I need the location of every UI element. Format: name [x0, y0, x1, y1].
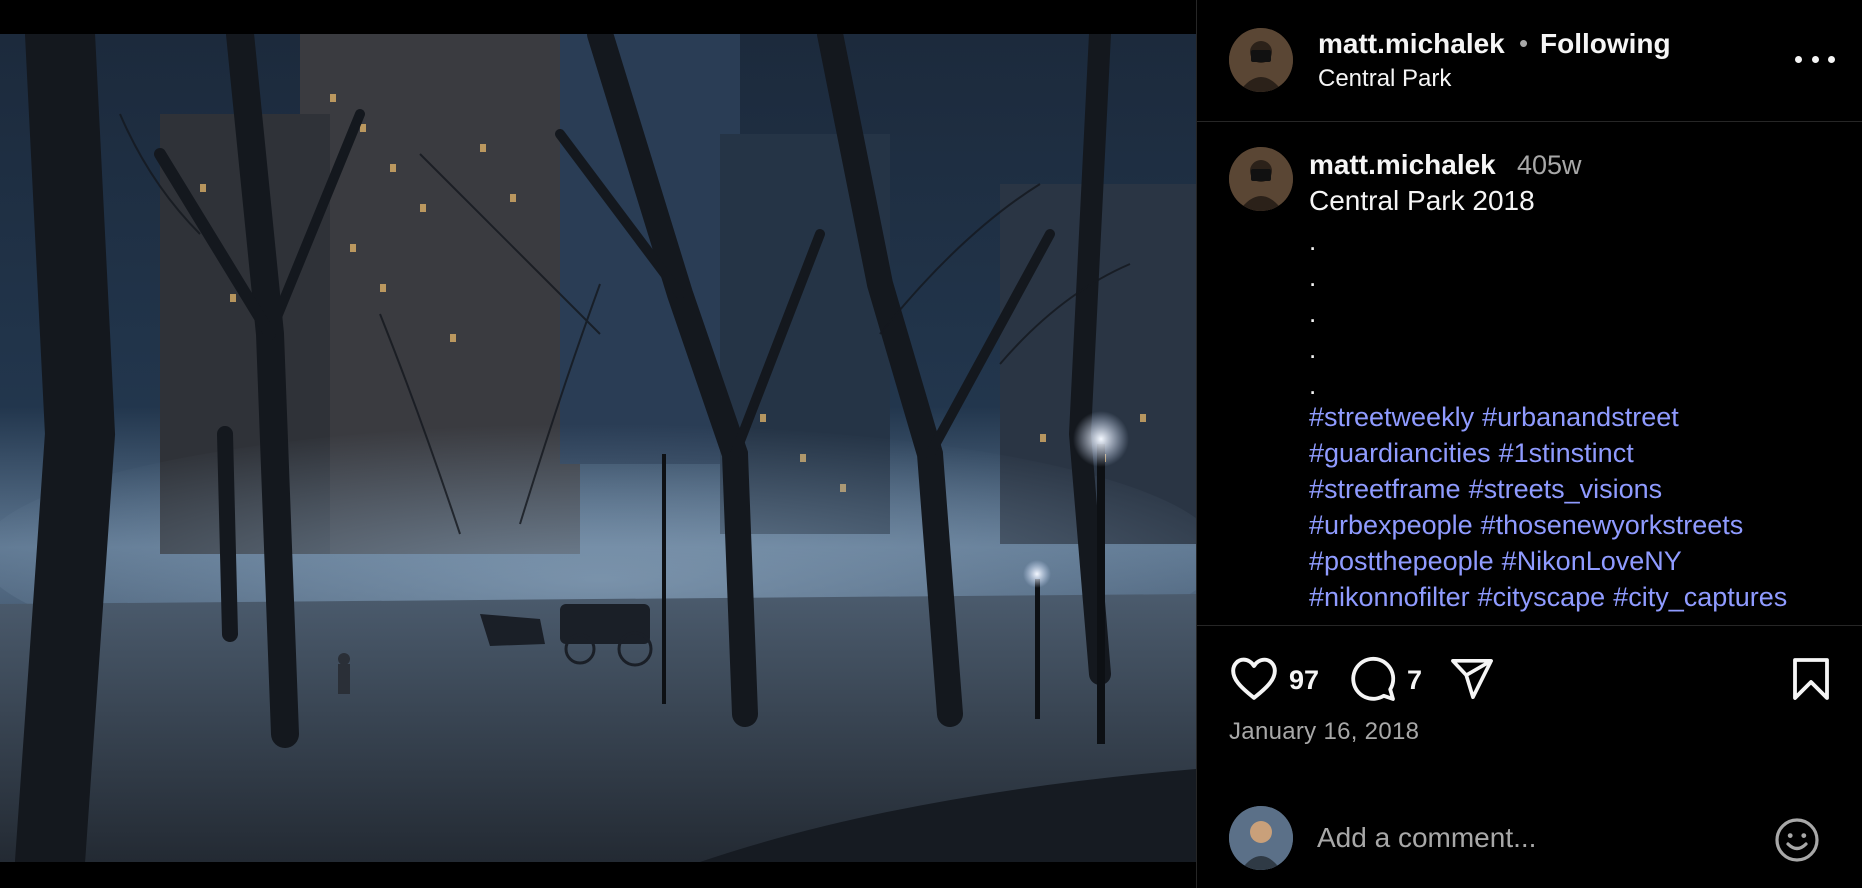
caption-dot: . [1309, 370, 1317, 400]
caption-dot: . [1309, 226, 1317, 256]
heart-icon[interactable] [1229, 655, 1279, 701]
post-photo[interactable] [0, 34, 1196, 862]
hashtag-link[interactable]: #streets_visions [1469, 474, 1663, 504]
caption-dot: . [1309, 298, 1317, 328]
post-actions: 97 7 [1197, 655, 1862, 705]
comment-bubble-icon[interactable] [1349, 655, 1397, 703]
more-dot [1828, 55, 1835, 63]
hashtag-link[interactable]: #streetframe [1309, 474, 1461, 504]
smiley-icon[interactable] [1773, 816, 1821, 864]
hashtag-line: #nikonnofilter #cityscape #city_captures [1309, 579, 1862, 615]
add-comment-input[interactable] [1317, 814, 1757, 862]
more-dot [1795, 55, 1802, 63]
following-button[interactable]: Following [1540, 28, 1671, 60]
avatar-photo-icon [1229, 28, 1293, 92]
author-avatar[interactable] [1229, 28, 1293, 92]
hashtag-link[interactable]: #nikonnofilter [1309, 582, 1470, 612]
hashtag-link[interactable]: #guardiancities [1309, 438, 1491, 468]
hashtag-link[interactable]: #postthepeople [1309, 546, 1494, 576]
caption-dots: . . . . . [1309, 223, 1339, 403]
central-park-night-photo [0, 34, 1196, 862]
hashtag-link[interactable]: #NikonLoveNY [1502, 546, 1682, 576]
caption-dot: . [1309, 334, 1317, 364]
hashtag-link[interactable]: #1stinstinct [1499, 438, 1634, 468]
like-count[interactable]: 97 [1289, 665, 1319, 696]
hashtag-link[interactable]: #urbexpeople [1309, 510, 1473, 540]
author-username[interactable]: matt.michalek [1318, 28, 1505, 60]
post-header: matt.michalek • Following Central Park [1197, 0, 1862, 122]
caption-dot: . [1309, 262, 1317, 292]
bookmark-icon[interactable] [1791, 657, 1831, 701]
hashtag-line: #streetframe #streets_visions [1309, 471, 1862, 507]
hashtag-link[interactable]: #thosenewyorkstreets [1481, 510, 1744, 540]
comment-bar [1197, 790, 1862, 888]
hashtag-list: #streetweekly #urbanandstreet #guardianci… [1309, 399, 1862, 615]
hashtag-line: #urbexpeople #thosenewyorkstreets [1309, 507, 1862, 543]
more-dot [1811, 55, 1819, 63]
caption-username[interactable]: matt.michalek [1309, 149, 1496, 181]
hashtag-link[interactable]: #streetweekly [1309, 402, 1474, 432]
comment-count[interactable]: 7 [1407, 665, 1422, 696]
caption-area[interactable]: matt.michalek 405w Central Park 2018 . .… [1197, 123, 1862, 626]
caption-author-avatar[interactable] [1229, 147, 1293, 211]
avatar-photo-icon [1229, 147, 1293, 211]
hashtag-line: #streetweekly #urbanandstreet [1309, 399, 1862, 435]
avatar-photo-icon [1229, 806, 1293, 870]
post-sidebar: matt.michalek • Following Central Park m… [1196, 0, 1862, 888]
header-separator: • [1519, 28, 1529, 58]
post-location[interactable]: Central Park [1318, 65, 1451, 93]
hashtag-line: #guardiancities #1stinstinct [1309, 435, 1862, 471]
post-photo-pane [0, 0, 1196, 888]
caption-text: Central Park 2018 [1309, 185, 1535, 216]
caption-timestamp[interactable]: 405w [1517, 150, 1582, 181]
hashtag-line: #postthepeople #NikonLoveNY [1309, 543, 1862, 579]
paper-plane-icon[interactable] [1449, 657, 1495, 701]
current-user-avatar [1229, 806, 1293, 870]
hashtag-link[interactable]: #urbanandstreet [1482, 402, 1679, 432]
more-options-icon[interactable] [1795, 44, 1835, 74]
hashtag-link[interactable]: #cityscape [1478, 582, 1606, 612]
post-date[interactable]: January 16, 2018 [1229, 718, 1419, 746]
hashtag-link[interactable]: #city_captures [1613, 582, 1787, 612]
